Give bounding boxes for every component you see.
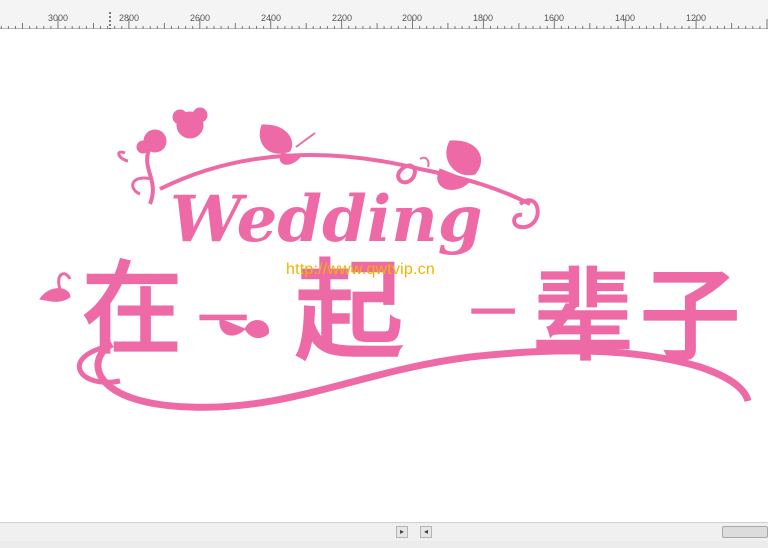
horizontal-scrollbar-left[interactable]: ▸ — [0, 522, 420, 541]
horizontal-scrollbar[interactable]: ◂ — [420, 522, 768, 541]
watermark-url: http://www.qwtvip.cn — [286, 261, 435, 278]
scroll-thumb[interactable] — [722, 526, 768, 538]
chevron-left-icon[interactable]: ◂ — [420, 526, 432, 538]
leaf-icon — [39, 288, 71, 302]
ruler-label: 2000 — [401, 13, 423, 23]
ruler-label: 2600 — [189, 13, 211, 23]
wedding-title-text: Wedding — [170, 182, 482, 257]
drawing-canvas[interactable]: Wedding 在 一 起 一 辈 子 http://www.qwtvip.cn — [0, 29, 768, 522]
horizontal-ruler[interactable]: 3000 2800 2600 2400 2200 2000 1800 1600 … — [0, 0, 768, 29]
ruler-ticks — [0, 12, 768, 29]
status-bar — [0, 541, 768, 548]
ruler-label: 2400 — [260, 13, 282, 23]
ruler-label: 3000 — [47, 13, 69, 23]
flourish — [512, 198, 540, 230]
chinese-title-char-5: 辈 — [533, 258, 633, 375]
ruler-label: 2800 — [118, 13, 140, 23]
ruler-label: 1400 — [614, 13, 636, 23]
underline-flourish — [94, 340, 752, 411]
chevron-right-icon[interactable]: ▸ — [396, 526, 408, 538]
flourish — [396, 163, 417, 185]
ruler-label: 1200 — [685, 13, 707, 23]
ruler-label: 2200 — [331, 13, 353, 23]
ruler-label: 1600 — [543, 13, 565, 23]
chinese-title-char-4: 一 — [470, 286, 516, 340]
ruler-label: 1800 — [472, 13, 494, 23]
